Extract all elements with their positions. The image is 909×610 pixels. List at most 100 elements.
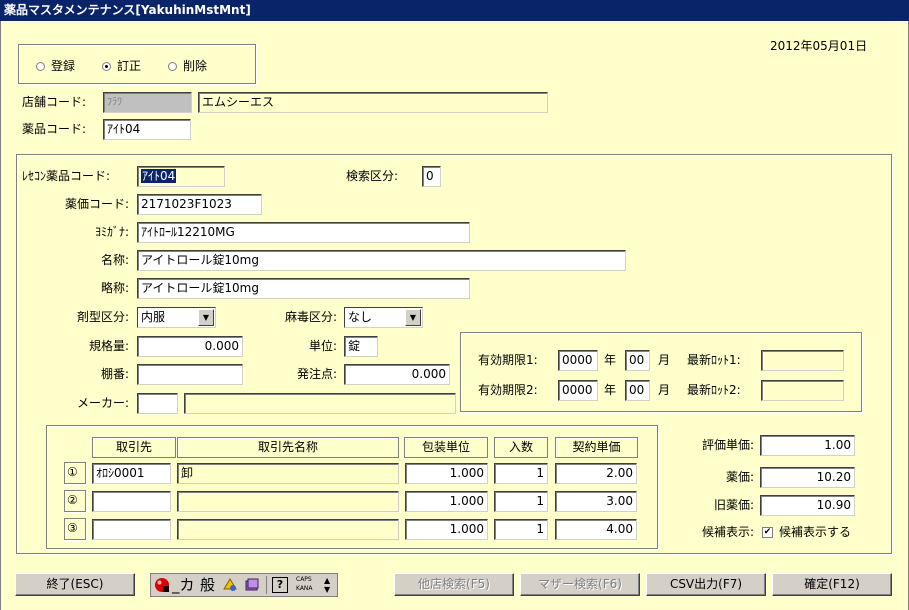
lot1-label: 最新ﾛｯﾄ1: [687, 353, 741, 367]
caps-kana-spinner-icon[interactable]: ▲ ▼ [324, 576, 330, 594]
short-name-label: 略称: [100, 281, 129, 295]
current-date: 2012年05月01日 [770, 39, 868, 53]
old-yakka-input[interactable]: 10.90 [760, 495, 855, 516]
col-header-price: 契約単価 [555, 437, 638, 458]
row-number: ③ [67, 521, 78, 535]
search-kubun-label: 検索区分: [346, 169, 399, 183]
drug-code-input[interactable]: ｱｲﾄ04 [103, 119, 191, 140]
candidate-label: 候補表示: [701, 525, 754, 539]
radio-correct-label: 訂正 [117, 59, 142, 73]
radio-delete-label: 削除 [183, 59, 208, 73]
yakka-code-label: 薬価コード: [64, 197, 129, 211]
expiry1-year-input[interactable]: 0000 [558, 350, 598, 371]
expiry1-month-unit: 月 [658, 353, 671, 367]
supplier2-price-input[interactable]: 3.00 [555, 491, 637, 512]
narcotic-value: なし [348, 310, 373, 324]
order-point-label: 発注点: [296, 367, 337, 381]
name-input[interactable]: アイトロール錠10mg [137, 250, 626, 271]
dosage-form-value: 内服 [141, 310, 166, 324]
expiry1-month-input[interactable]: 00 [625, 350, 650, 371]
window-title: 薬品マスタメンテナンス[YakuhinMstMnt] [4, 3, 251, 17]
expiry1-label: 有効期限1: [478, 353, 538, 367]
table-row: ① [64, 462, 86, 484]
radio-correct[interactable]: 訂正 [102, 56, 141, 77]
col-header-pack: 包装単位 [404, 437, 488, 458]
ime-pad-icon[interactable] [222, 577, 238, 593]
candidate-check-label: 候補表示する [779, 525, 852, 539]
toolbar-divider [266, 576, 267, 594]
supplier3-qty-input[interactable]: 1 [494, 519, 548, 540]
maker-label: メーカー: [76, 396, 129, 410]
caps-kana-indicator: CAPS KANA [296, 575, 313, 593]
supplier2-name-field [177, 491, 399, 512]
supplier2-pack-input[interactable]: 1.000 [405, 491, 488, 512]
supplier3-code-input[interactable] [92, 519, 171, 540]
expiry2-month-unit: 月 [658, 383, 671, 397]
ime-ball-icon[interactable] [154, 577, 170, 593]
order-point-input[interactable]: 0.000 [344, 364, 450, 385]
title-bar: 薬品マスタメンテナンス[YakuhinMstMnt] [0, 0, 909, 21]
lot2-field [761, 380, 844, 401]
radio-correct-circle [102, 62, 111, 71]
spec-qty-input[interactable]: 0.000 [137, 336, 243, 357]
candidate-checkbox[interactable]: ✔ 候補表示する [762, 522, 851, 543]
lot2-label: 最新ﾛｯﾄ2: [687, 383, 741, 397]
dosage-form-select[interactable]: 内服 ▼ [137, 307, 216, 328]
col-header-qty: 入数 [494, 437, 548, 458]
search-kubun-input[interactable]: 0 [422, 166, 441, 187]
table-row: ② [64, 490, 86, 512]
supplier1-qty-input[interactable]: 1 [494, 463, 548, 484]
supplier2-code-input[interactable] [92, 491, 171, 512]
supplier3-name-field [177, 519, 399, 540]
col-header-code: 取引先 [92, 437, 176, 458]
caps-label: CAPS [296, 576, 312, 583]
maker-code-input[interactable] [137, 393, 178, 414]
check-icon: ✔ [762, 527, 773, 538]
shelf-input[interactable] [137, 364, 243, 385]
narcotic-label: 麻毒区分: [284, 310, 337, 324]
short-name-input[interactable]: アイトロール錠10mg [137, 278, 470, 299]
supplier2-qty-input[interactable]: 1 [494, 491, 548, 512]
radio-register[interactable]: 登録 [36, 56, 75, 77]
ime-general-label[interactable]: 般 [200, 574, 215, 596]
ime-dictionary-icon[interactable] [244, 577, 260, 593]
other-store-search-button[interactable]: 他店検索(F5) [394, 573, 514, 596]
drug-code-label: 薬品コード: [22, 122, 87, 136]
expiry2-month-input[interactable]: 00 [625, 380, 650, 401]
kana-label: KANA [296, 585, 313, 592]
row-number: ② [67, 493, 78, 507]
yakka-label: 薬価: [725, 470, 754, 484]
unit-input[interactable]: 錠 [344, 336, 378, 357]
master-search-button[interactable]: マザー検索(F6) [520, 573, 640, 596]
yomigana-label: ﾖﾐｶﾞﾅ: [94, 225, 129, 239]
chevron-down-icon[interactable]: ▼ [198, 309, 214, 326]
unit-label: 単位: [308, 339, 337, 353]
csv-export-button[interactable]: CSV出力(F7) [646, 573, 766, 596]
lot1-field [761, 350, 844, 371]
exit-button[interactable]: 終了(ESC) [15, 573, 135, 596]
rececon-code-input[interactable]: ｱｲﾄ04 [137, 166, 225, 187]
yomigana-input[interactable]: ｱｲﾄﾛｰﾙ12210MG [137, 222, 470, 243]
eval-price-input[interactable]: 1.00 [760, 435, 855, 456]
yakka-code-input[interactable]: 2171023F1023 [137, 194, 262, 215]
confirm-button[interactable]: 確定(F12) [772, 573, 892, 596]
supplier3-pack-input[interactable]: 1.000 [405, 519, 488, 540]
ime-mode-icon[interactable]: _カ [172, 574, 195, 596]
maker-name-field [184, 393, 456, 414]
store-name-field: エムシーエス [198, 92, 548, 113]
supplier1-pack-input[interactable]: 1.000 [405, 463, 488, 484]
radio-delete[interactable]: 削除 [168, 56, 207, 77]
help-icon[interactable]: ? [272, 577, 288, 593]
radio-delete-circle [168, 62, 177, 71]
narcotic-select[interactable]: なし ▼ [344, 307, 423, 328]
yakka-input[interactable]: 10.20 [760, 467, 855, 488]
expiry2-year-input[interactable]: 0000 [558, 380, 598, 401]
supplier1-price-input[interactable]: 2.00 [555, 463, 637, 484]
supplier3-price-input[interactable]: 4.00 [555, 519, 637, 540]
expiry2-label: 有効期限2: [478, 383, 538, 397]
row-number: ① [67, 465, 78, 479]
supplier1-code-input[interactable]: ｵﾛｼ0001 [92, 463, 171, 484]
radio-register-label: 登録 [51, 59, 76, 73]
radio-register-circle [36, 62, 45, 71]
chevron-down-icon[interactable]: ▼ [405, 309, 421, 326]
